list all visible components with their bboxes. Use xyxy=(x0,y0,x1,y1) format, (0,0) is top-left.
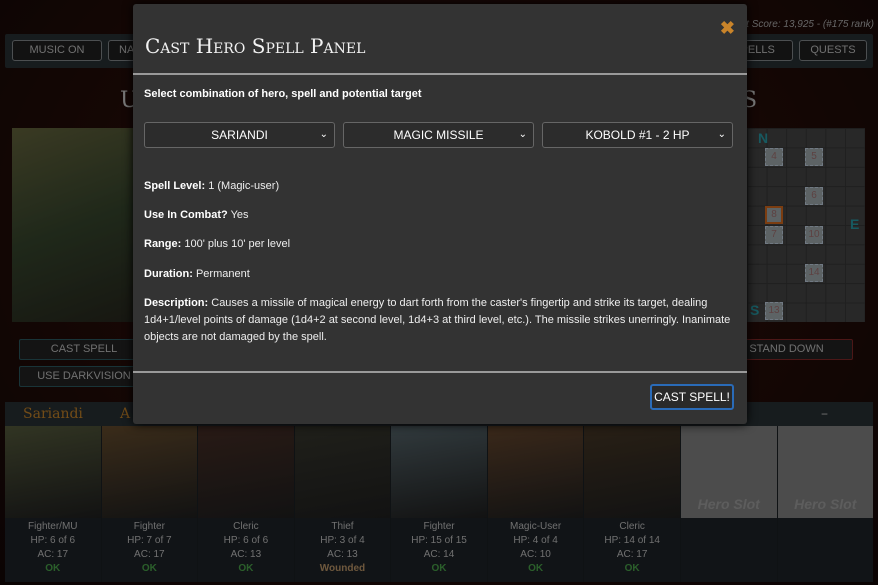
cast-hero-spell-modal: Cast Hero Spell Panel ✖ Select combinati… xyxy=(133,4,747,424)
spell-select[interactable]: MAGIC MISSILE ⌄ xyxy=(343,122,534,148)
target-select[interactable]: KOBOLD #1 - 2 HP ⌄ xyxy=(542,122,733,148)
spell-description: Description: Causes a missile of magical… xyxy=(144,295,734,346)
chevron-down-icon: ⌄ xyxy=(717,129,726,140)
target-select-value: KOBOLD #1 - 2 HP xyxy=(585,128,690,142)
label: Duration: xyxy=(144,268,193,280)
label: Spell Level: xyxy=(144,180,206,192)
cast-spell-confirm-button[interactable]: CAST SPELL! xyxy=(650,384,734,410)
label: Range: xyxy=(144,238,182,250)
label: Description: xyxy=(144,297,209,309)
chevron-down-icon: ⌄ xyxy=(518,129,527,140)
close-icon[interactable]: ✖ xyxy=(720,18,735,39)
divider xyxy=(133,371,747,373)
modal-subtitle: Select combination of hero, spell and po… xyxy=(144,88,422,100)
spell-level: Spell Level: 1 (Magic-user) xyxy=(144,178,734,195)
value: 1 (Magic-user) xyxy=(205,180,280,192)
spell-duration: Duration: Permanent xyxy=(144,266,734,283)
value: 100' plus 10' per level xyxy=(181,238,291,250)
hero-select-value: SARIANDI xyxy=(211,128,268,142)
value: Permanent xyxy=(192,268,250,280)
spell-select-value: MAGIC MISSILE xyxy=(393,128,484,142)
spell-range: Range: 100' plus 10' per level xyxy=(144,236,734,253)
hero-select[interactable]: SARIANDI ⌄ xyxy=(144,122,335,148)
value: Yes xyxy=(227,209,249,221)
modal-title: Cast Hero Spell Panel xyxy=(145,34,366,58)
use-in-combat: Use In Combat? Yes xyxy=(144,207,734,224)
chevron-down-icon: ⌄ xyxy=(319,129,328,140)
divider xyxy=(133,73,747,75)
label: Use In Combat? xyxy=(144,209,228,221)
value: Causes a missile of magical energy to da… xyxy=(144,297,731,343)
